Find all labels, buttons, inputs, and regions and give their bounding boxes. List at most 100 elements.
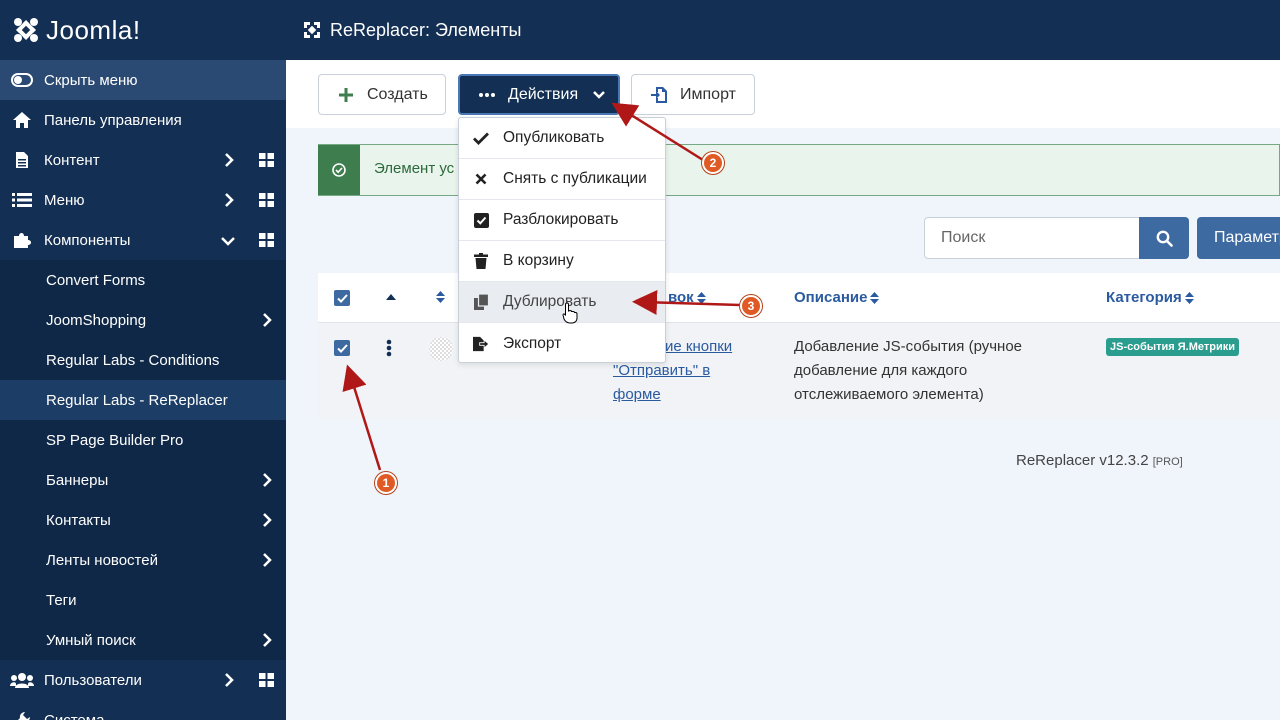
- hide-menu-toggle[interactable]: Скрыть меню: [0, 60, 286, 100]
- annotation-marker-1: 1: [375, 472, 397, 494]
- sidebar-item-components[interactable]: Компоненты: [0, 220, 286, 260]
- wrench-icon: [10, 710, 34, 720]
- version-text: ReReplacer v12.3.2: [1016, 452, 1149, 469]
- dashboard-grid-icon[interactable]: [259, 233, 274, 247]
- list-icon: [10, 190, 34, 210]
- column-category[interactable]: Категория: [1106, 289, 1194, 306]
- chevron-right-icon: [263, 313, 272, 327]
- menu-item-checkin[interactable]: Разблокировать: [459, 200, 665, 241]
- import-button[interactable]: Импорт: [631, 74, 755, 115]
- sidebar-item-smart-search[interactable]: Умный поиск: [0, 620, 286, 660]
- sidebar-item-label: JoomShopping: [46, 311, 147, 329]
- sidebar-item-convert-forms[interactable]: Convert Forms: [0, 260, 286, 300]
- check-icon: [336, 343, 348, 353]
- sidebar-item-system[interactable]: Система: [0, 700, 286, 720]
- hand-cursor-icon: [562, 302, 578, 324]
- sidebar-item-users[interactable]: Пользователи: [0, 660, 286, 700]
- menu-item-trash[interactable]: В корзину: [459, 241, 665, 282]
- trash-icon: [473, 253, 489, 269]
- sidebar-item-regular-labs-conditions[interactable]: Regular Labs - Conditions: [0, 340, 286, 380]
- menu-item-label: Снять с публикации: [503, 170, 647, 187]
- status-unknown-icon[interactable]: [428, 336, 454, 362]
- sidebar-item-label: Умный поиск: [46, 631, 136, 649]
- sidebar-item-contacts[interactable]: Контакты: [0, 500, 286, 540]
- rereplacer-icon: [304, 22, 320, 38]
- sidebar-item-banners[interactable]: Баннеры: [0, 460, 286, 500]
- annotation-marker-3: 3: [740, 295, 762, 317]
- brand-name: Joomla!: [46, 14, 141, 45]
- create-button[interactable]: Создать: [318, 74, 446, 115]
- sort-icon: [870, 292, 880, 305]
- sidebar-item-dashboard[interactable]: Панель управления: [0, 100, 286, 140]
- alert-message: Элемент ус: [374, 160, 455, 177]
- sidebar-item-label: Regular Labs - Conditions: [46, 351, 220, 369]
- chevron-right-icon: [225, 153, 234, 167]
- sidebar-item-newsfeeds[interactable]: Ленты новостей: [0, 540, 286, 580]
- dashboard-grid-icon[interactable]: [259, 193, 274, 207]
- actions-label: Действия: [508, 85, 579, 103]
- menu-item-label: Опубликовать: [503, 129, 605, 146]
- dashboard-grid-icon[interactable]: [259, 153, 274, 167]
- annotation-marker-2: 2: [702, 152, 724, 174]
- chevron-right-icon: [263, 513, 272, 527]
- column-title[interactable]: вок: [668, 289, 706, 306]
- puzzle-icon: [10, 230, 34, 250]
- sidebar-item-label: Пользователи: [44, 671, 142, 689]
- toolbar: Создать Действия Импорт: [286, 60, 1280, 128]
- plus-icon: [337, 86, 355, 104]
- check-circle-icon: [332, 163, 346, 177]
- menu-item-unpublish[interactable]: Снять с публикации: [459, 159, 665, 200]
- check-icon: [473, 130, 489, 146]
- sidebar: Joomla! Скрыть меню Панель управления Ко…: [0, 0, 286, 720]
- dashboard-grid-icon[interactable]: [259, 673, 274, 687]
- chevron-down-icon: [221, 237, 235, 246]
- column-description[interactable]: Описание: [794, 289, 880, 306]
- row-checkbox[interactable]: [334, 340, 350, 356]
- menu-item-label: В корзину: [503, 252, 574, 269]
- sidebar-item-label: Контент: [44, 151, 100, 169]
- actions-button[interactable]: Действия: [458, 74, 620, 115]
- export-icon: [473, 336, 489, 352]
- sidebar-item-content[interactable]: Контент: [0, 140, 286, 180]
- sidebar-item-tags[interactable]: Теги: [0, 580, 286, 620]
- page-title: ReReplacer: Элементы: [330, 19, 522, 40]
- sidebar-item-label: Ленты новостей: [46, 551, 158, 569]
- search-input[interactable]: [924, 217, 1140, 259]
- sort-icon[interactable]: [436, 290, 445, 304]
- version-info: ReReplacer v12.3.2 [PRO]: [1016, 452, 1183, 469]
- brand[interactable]: Joomla!: [0, 0, 286, 60]
- category-badge[interactable]: JS-события Я.Метрики: [1106, 338, 1240, 356]
- sidebar-item-label: Система: [44, 711, 105, 720]
- copy-icon: [473, 294, 489, 310]
- chevron-right-icon: [263, 553, 272, 567]
- menu-item-label: Дублировать: [503, 293, 597, 310]
- row-title-line: форме: [613, 386, 661, 403]
- menu-item-publish[interactable]: Опубликовать: [459, 118, 665, 159]
- import-icon: [650, 86, 668, 104]
- select-all-checkbox[interactable]: [334, 290, 350, 306]
- sidebar-item-sp-page-builder[interactable]: SP Page Builder Pro: [0, 420, 286, 460]
- sort-icon: [696, 292, 706, 305]
- sidebar-item-joomshopping[interactable]: JoomShopping: [0, 300, 286, 340]
- column-title-label: вок: [668, 289, 694, 306]
- sort-icon: [1184, 292, 1194, 305]
- row-description: Добавление JS-события (ручное добавление…: [794, 338, 1023, 403]
- sort-up-icon[interactable]: [386, 293, 396, 301]
- page-header: ReReplacer: Элементы: [286, 0, 1280, 60]
- search-options-button[interactable]: Параметры: [1197, 217, 1280, 259]
- actions-dropdown-menu: Опубликовать Снять с публикации Разблоки…: [458, 117, 666, 363]
- sidebar-item-label: Convert Forms: [46, 271, 146, 289]
- chevron-right-icon: [263, 473, 272, 487]
- sidebar-item-regular-labs-rereplacer[interactable]: Regular Labs - ReReplacer: [0, 380, 286, 420]
- alert-icon-bar: [318, 145, 360, 195]
- chevron-right-icon: [225, 193, 234, 207]
- toggle-icon: [10, 70, 34, 90]
- search-icon: [1156, 230, 1173, 247]
- sidebar-item-label: Regular Labs - ReReplacer: [46, 391, 228, 409]
- times-icon: [473, 171, 489, 187]
- sidebar-item-label: Панель управления: [44, 111, 182, 129]
- sidebar-item-menus[interactable]: Меню: [0, 180, 286, 220]
- menu-item-export[interactable]: Экспорт: [459, 323, 665, 364]
- drag-handle-icon[interactable]: [386, 339, 392, 357]
- search-button[interactable]: [1139, 217, 1189, 259]
